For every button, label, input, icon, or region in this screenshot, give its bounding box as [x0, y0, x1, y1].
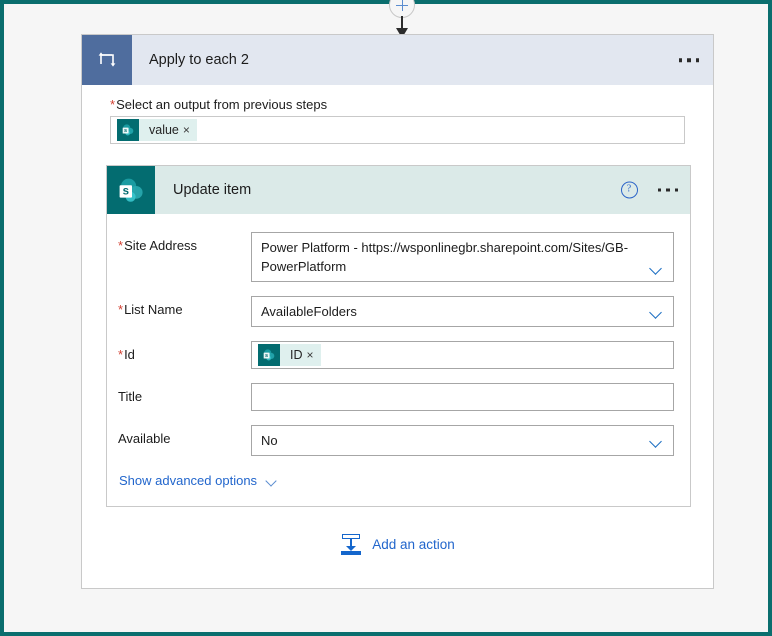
required-asterisk: * [118, 238, 124, 253]
update-item-header-actions: ? [620, 181, 678, 199]
token-remove-icon[interactable]: × [307, 349, 321, 361]
field-row-title: Title [107, 383, 690, 411]
apply-to-each-header[interactable]: Apply to each 2 [82, 35, 713, 85]
available-value: No [261, 433, 278, 448]
field-row-available: Available No [107, 425, 690, 456]
add-an-action-label: Add an action [372, 536, 455, 552]
select-output-label: *Select an output from previous steps [110, 97, 328, 112]
chevron-down-icon[interactable] [651, 308, 662, 315]
required-asterisk: * [118, 302, 124, 317]
add-action-icon [340, 533, 362, 555]
token-label: ID [290, 348, 303, 362]
chevron-down-icon[interactable] [651, 437, 662, 444]
chevron-down-icon [266, 477, 277, 485]
title-input[interactable] [251, 383, 674, 411]
apply-to-each-menu-button[interactable] [678, 58, 699, 62]
svg-text:s: s [265, 353, 268, 359]
show-advanced-options-link[interactable]: Show advanced options [119, 473, 277, 488]
required-asterisk: * [110, 97, 116, 112]
field-label-title: Title [118, 389, 143, 404]
apply-to-each-title: Apply to each 2 [149, 52, 249, 68]
list-name-dropdown[interactable]: AvailableFolders [251, 296, 674, 327]
sharepoint-icon: s [107, 166, 155, 214]
sharepoint-icon: s [258, 344, 280, 366]
list-name-value: AvailableFolders [261, 304, 357, 319]
field-row-id: *Id s ID × [107, 341, 690, 369]
field-row-site-address: *Site Address Power Platform - https://w… [107, 232, 690, 282]
field-label-available: Available [118, 431, 171, 446]
select-output-input[interactable]: s value × [110, 116, 685, 144]
site-address-value: Power Platform - https://wsponlinegbr.sh… [261, 240, 629, 274]
chevron-down-icon[interactable] [651, 264, 662, 271]
field-label-list-name: *List Name [118, 302, 183, 317]
update-item-title: Update item [173, 182, 252, 198]
field-label-site-address: *Site Address [118, 238, 198, 253]
required-asterisk: * [118, 347, 124, 362]
apply-to-each-body: *Select an output from previous steps s … [82, 85, 713, 144]
update-item-body: *Site Address Power Platform - https://w… [107, 214, 690, 506]
id-input[interactable]: s ID × [251, 341, 674, 369]
dynamic-token-id[interactable]: s ID × [258, 344, 321, 366]
show-advanced-options-label: Show advanced options [119, 473, 258, 488]
sharepoint-icon: s [117, 119, 139, 141]
apply-to-each-card[interactable]: Apply to each 2 *Select an output from p… [81, 34, 714, 589]
loop-icon [82, 35, 132, 85]
available-dropdown[interactable]: No [251, 425, 674, 456]
svg-text:s: s [123, 186, 129, 198]
token-remove-icon[interactable]: × [183, 124, 197, 136]
svg-text:s: s [124, 128, 127, 134]
field-row-list-name: *List Name AvailableFolders [107, 296, 690, 327]
advanced-options-row: Show advanced options [107, 470, 690, 506]
field-label-id: *Id [118, 347, 135, 362]
add-an-action-button[interactable]: Add an action [82, 533, 713, 555]
token-label: value [149, 123, 179, 137]
dynamic-token-value[interactable]: s value × [117, 119, 197, 141]
site-address-dropdown[interactable]: Power Platform - https://wsponlinegbr.sh… [251, 232, 674, 282]
update-item-menu-button[interactable] [657, 188, 678, 192]
title-value [252, 392, 261, 402]
update-item-card[interactable]: s Update item ? *Site Address Power Plat… [106, 165, 691, 507]
help-icon[interactable]: ? [620, 181, 638, 199]
update-item-header[interactable]: s Update item ? [107, 166, 690, 214]
